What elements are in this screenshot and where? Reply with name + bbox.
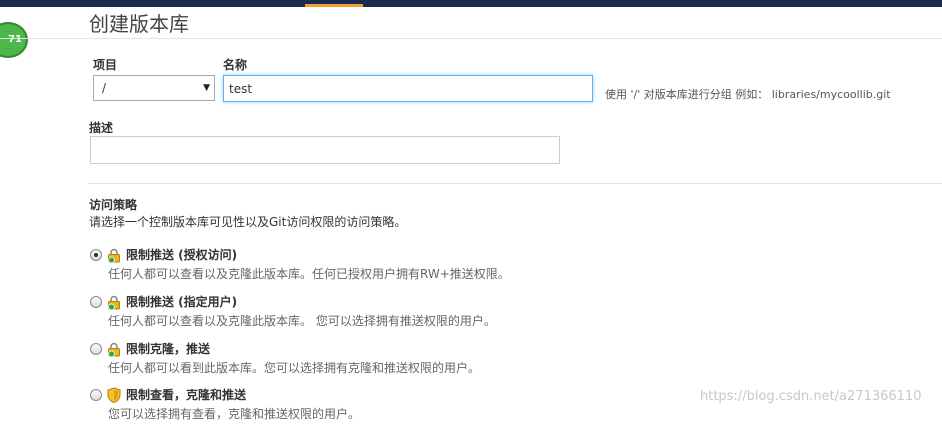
access-option-radio[interactable] — [90, 296, 102, 308]
access-option-radio[interactable] — [90, 389, 102, 401]
description-label: 描述 — [89, 121, 114, 135]
lock-icon — [106, 341, 122, 358]
lock-icon — [106, 294, 122, 311]
access-option-radio[interactable] — [90, 343, 102, 355]
project-select-value: / — [102, 81, 107, 95]
page-title: 创建版本库 — [89, 12, 189, 36]
access-option-title: 限制推送 (指定用户) — [126, 295, 238, 309]
access-option[interactable]: 限制克隆，推送任何人都可以看到此版本库。您可以选择拥有克隆和推送权限的用户。 — [90, 340, 690, 384]
access-option[interactable]: 限制查看，克隆和推送 您可以选择拥有查看，克隆和推送权限的用户。 — [90, 386, 690, 430]
top-navbar — [0, 0, 942, 7]
access-policy-title: 访问策略 — [89, 198, 138, 212]
name-hint: 使用 '/' 对版本库进行分组 例如： libraries/mycoollib.… — [605, 88, 891, 101]
name-input[interactable] — [223, 75, 593, 102]
project-label: 项目 — [93, 58, 118, 72]
access-option-description: 任何人都可以看到此版本库。您可以选择拥有克隆和推送权限的用户。 — [108, 361, 481, 375]
active-nav-indicator — [305, 4, 363, 7]
description-input[interactable] — [90, 136, 560, 164]
chevron-down-icon: ▼ — [203, 83, 210, 93]
access-option[interactable]: 限制推送 (授权访问) 任何人都可以查看以及克隆此版本库。任何已授权用户拥有RW+… — [90, 246, 690, 290]
section-divider — [88, 183, 942, 184]
access-option-title: 限制克隆，推送 — [126, 342, 211, 356]
header-divider — [0, 38, 942, 39]
access-option[interactable]: 限制推送 (指定用户) 任何人都可以查看以及克隆此版本库。 您可以选择拥有推送权限… — [90, 293, 690, 337]
access-option-description: 任何人都可以查看以及克隆此版本库。 您可以选择拥有推送权限的用户。 — [108, 314, 496, 328]
access-option-radio[interactable] — [90, 249, 102, 261]
access-option-title: 限制查看，克隆和推送 — [126, 388, 247, 402]
watermark: https://blog.csdn.net/a271366110 — [700, 389, 922, 404]
access-option-title: 限制推送 (授权访问) — [126, 248, 238, 262]
access-option-description: 任何人都可以查看以及克隆此版本库。任何已授权用户拥有RW+推送权限。 — [108, 267, 510, 281]
access-policy-description: 请选择一个控制版本库可见性以及Git访问权限的访问策略。 — [89, 215, 407, 229]
name-label: 名称 — [223, 58, 248, 72]
shield-icon — [106, 387, 122, 404]
notification-badge[interactable]: 71 — [0, 22, 28, 58]
lock-icon — [106, 247, 122, 264]
project-select[interactable]: / ▼ — [93, 75, 215, 101]
